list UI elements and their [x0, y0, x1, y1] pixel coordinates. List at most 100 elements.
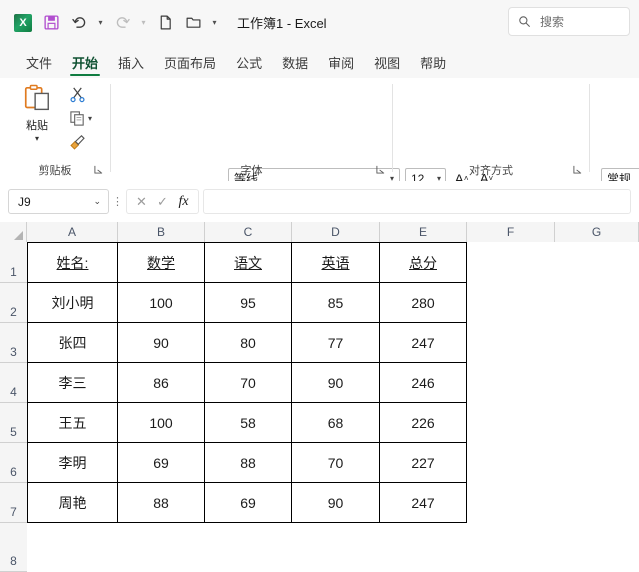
row-header-4[interactable]: 4: [0, 363, 27, 403]
name-box-chevron-down-icon[interactable]: ⌄: [93, 196, 101, 207]
cell-a2[interactable]: 刘小明: [27, 283, 118, 323]
font-dialog-launcher[interactable]: [374, 165, 386, 177]
cell-d3[interactable]: 77: [292, 323, 380, 363]
ribbon-group-number: 常规 ▾: [590, 78, 639, 181]
cell-b2[interactable]: 100: [118, 283, 205, 323]
cell-e3[interactable]: 247: [380, 323, 467, 363]
row-header-7[interactable]: 7: [0, 483, 27, 523]
row-header-5[interactable]: 5: [0, 403, 27, 443]
column-header-f[interactable]: F: [467, 222, 555, 242]
cell-d6[interactable]: 70: [292, 443, 380, 483]
column-header-e[interactable]: E: [380, 222, 467, 242]
column-header-c[interactable]: C: [205, 222, 292, 242]
font-group-label: 字体: [240, 165, 263, 177]
copy-button[interactable]: [66, 108, 88, 129]
alignment-group-label: 对齐方式: [469, 165, 513, 177]
quick-access-toolbar: X ▾ ▾ ▾ 工作簿1 - Excel: [0, 10, 327, 36]
column-header-g[interactable]: G: [555, 222, 639, 242]
ribbon-group-alignment: a b ▾: [393, 78, 589, 181]
row-header-2[interactable]: 2: [0, 283, 27, 323]
cell-a4[interactable]: 李三: [27, 363, 118, 403]
copy-chevron-down-icon[interactable]: ▾: [88, 114, 92, 123]
tab-data[interactable]: 数据: [272, 47, 318, 78]
cell-c3[interactable]: 80: [205, 323, 292, 363]
cell-c1[interactable]: 语文: [205, 242, 292, 283]
cell-c6[interactable]: 88: [205, 443, 292, 483]
clipboard-dialog-launcher[interactable]: [92, 165, 104, 177]
new-file-icon[interactable]: [152, 10, 178, 36]
excel-logo-icon: X: [10, 10, 36, 36]
cell-c2[interactable]: 95: [205, 283, 292, 323]
paste-icon: [24, 84, 49, 111]
cell-b1[interactable]: 数学: [118, 242, 205, 283]
confirm-entry-button[interactable]: ✓: [153, 192, 172, 211]
format-painter-button[interactable]: [66, 132, 88, 153]
cell-b5[interactable]: 100: [118, 403, 205, 443]
alignment-dialog-launcher[interactable]: [571, 165, 583, 177]
tab-review[interactable]: 审阅: [318, 47, 364, 78]
cell-d7[interactable]: 90: [292, 483, 380, 523]
row-header-8[interactable]: 8: [0, 523, 27, 572]
formula-bar-row: J9 ⌄ ⋮ ✕ ✓ fx: [0, 181, 639, 222]
tab-insert[interactable]: 插入: [108, 47, 154, 78]
name-box-value: J9: [18, 194, 31, 209]
tab-formulas[interactable]: 公式: [226, 47, 272, 78]
number-format-select[interactable]: 常规: [601, 168, 639, 181]
row-header-3[interactable]: 3: [0, 323, 27, 363]
column-header-b[interactable]: B: [118, 222, 205, 242]
cell-d4[interactable]: 90: [292, 363, 380, 403]
tab-home[interactable]: 开始: [62, 47, 108, 78]
row-header-6[interactable]: 6: [0, 443, 27, 483]
cell-e2[interactable]: 280: [380, 283, 467, 323]
search-input[interactable]: 搜索: [508, 7, 630, 36]
cell-a5[interactable]: 王五: [27, 403, 118, 443]
undo-dropdown-chevron-down-icon[interactable]: ▾: [94, 10, 107, 36]
select-all-triangle-icon: [14, 231, 23, 240]
cell-e1[interactable]: 总分: [380, 242, 467, 283]
column-header-d[interactable]: D: [292, 222, 380, 242]
customize-quick-access-chevron-down-icon[interactable]: ▾: [208, 10, 221, 36]
cell-c7[interactable]: 69: [205, 483, 292, 523]
cell-a7[interactable]: 周艳: [27, 483, 118, 523]
cell-a3[interactable]: 张四: [27, 323, 118, 363]
cell-b4[interactable]: 86: [118, 363, 205, 403]
formula-bar-more-icon[interactable]: ⋮: [109, 195, 126, 208]
excel-logo-letter: X: [14, 13, 32, 32]
search-icon: [519, 16, 530, 27]
cell-e6[interactable]: 227: [380, 443, 467, 483]
redo-dropdown-chevron-down-icon: ▾: [141, 18, 146, 27]
save-icon[interactable]: [38, 10, 64, 36]
tab-help[interactable]: 帮助: [410, 47, 456, 78]
cell-d1[interactable]: 英语: [292, 242, 380, 283]
name-box[interactable]: J9 ⌄: [8, 189, 109, 214]
copy-icon: [69, 111, 84, 126]
cell-b7[interactable]: 88: [118, 483, 205, 523]
cell-d2[interactable]: 85: [292, 283, 380, 323]
formula-input[interactable]: [203, 189, 631, 214]
paste-button[interactable]: 粘贴 ▾: [14, 84, 60, 156]
tab-file[interactable]: 文件: [16, 47, 62, 78]
excel-window: X ▾ ▾ ▾ 工作簿1 - Excel 搜索 文件 开始 插入 页面布局 公式…: [0, 0, 639, 572]
row-header-1[interactable]: 1: [0, 242, 27, 283]
open-folder-icon[interactable]: [180, 10, 206, 36]
cell-b3[interactable]: 90: [118, 323, 205, 363]
cell-c5[interactable]: 58: [205, 403, 292, 443]
cell-b6[interactable]: 69: [118, 443, 205, 483]
tab-view[interactable]: 视图: [364, 47, 410, 78]
column-header-a[interactable]: A: [27, 222, 118, 242]
cell-a6[interactable]: 李明: [27, 443, 118, 483]
cancel-entry-button[interactable]: ✕: [132, 192, 151, 211]
cell-d5[interactable]: 68: [292, 403, 380, 443]
tab-page-layout[interactable]: 页面布局: [154, 47, 226, 78]
cell-e7[interactable]: 247: [380, 483, 467, 523]
paste-chevron-down-icon[interactable]: ▾: [35, 134, 39, 143]
select-all-button[interactable]: [0, 222, 27, 242]
cell-e4[interactable]: 246: [380, 363, 467, 403]
undo-icon[interactable]: [66, 10, 92, 36]
cell-a1[interactable]: 姓名:: [27, 242, 118, 283]
insert-function-button[interactable]: fx: [174, 192, 193, 211]
cell-c4[interactable]: 70: [205, 363, 292, 403]
document-title: 工作簿1 - Excel: [237, 16, 327, 31]
cut-button[interactable]: [66, 84, 88, 105]
cell-e5[interactable]: 226: [380, 403, 467, 443]
